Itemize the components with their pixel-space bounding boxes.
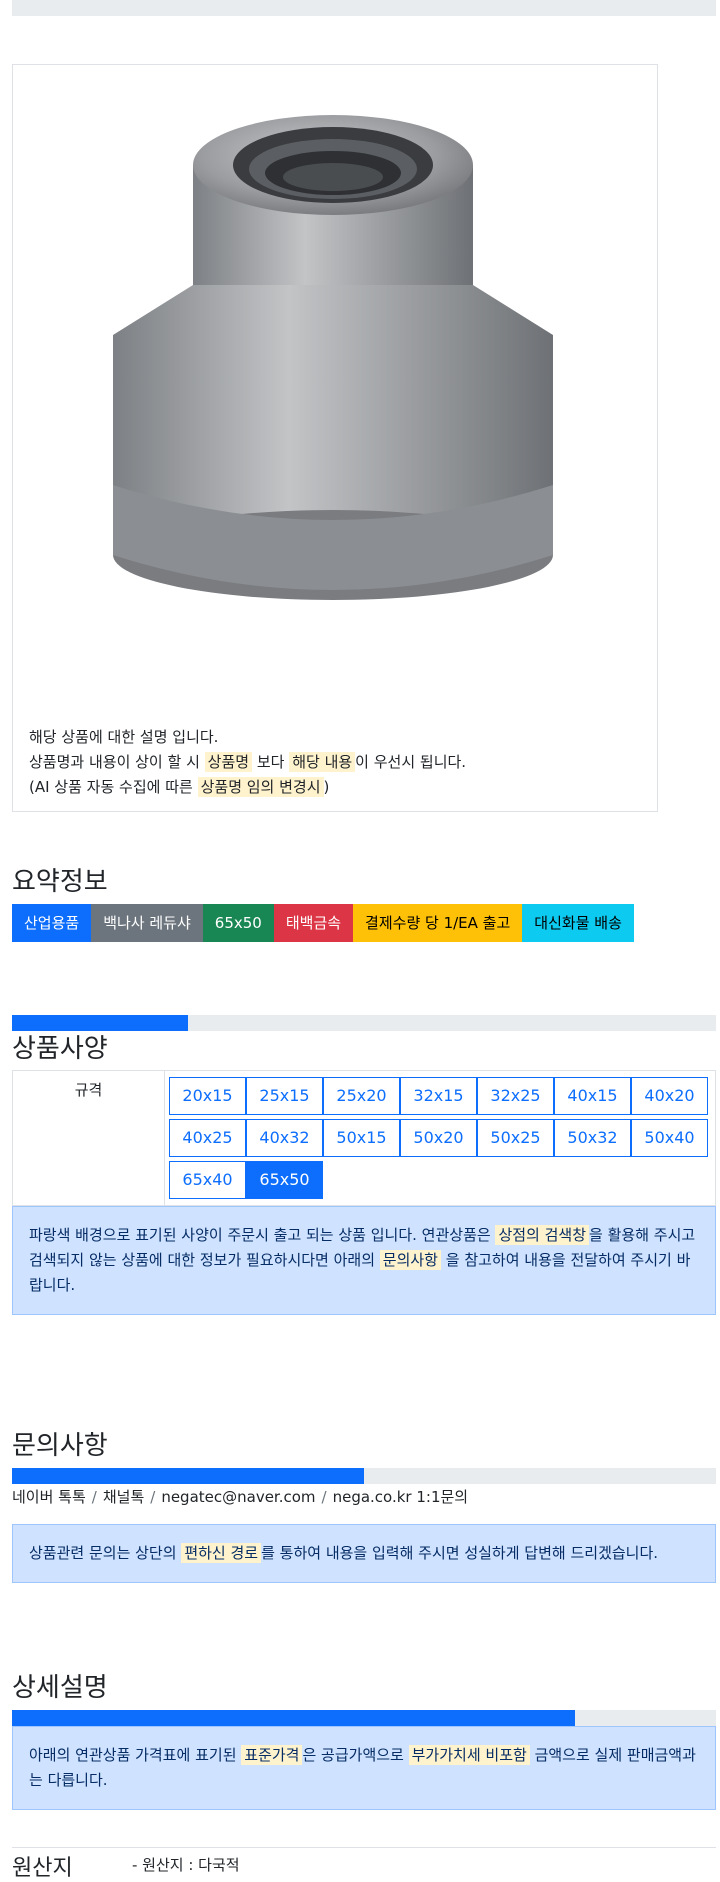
spec-table: 규격 20x15 25x15 25x20 32x15 32x25 40x15 40x20 40… bbox=[12, 1070, 716, 1206]
size-option-32x25[interactable]: 32x25 bbox=[477, 1077, 554, 1115]
size-option-20x15[interactable]: 20x15 bbox=[169, 1077, 246, 1115]
detail-progress bbox=[12, 1710, 716, 1726]
badge-product-name: 백나사 레듀샤 bbox=[91, 904, 203, 942]
highlight-product-name: 상품명 bbox=[204, 752, 253, 772]
text: 파랑색 배경으로 표기된 사양이 주문시 출고 되는 상품 입니다. 연관상품은 bbox=[29, 1226, 496, 1244]
size-option-25x20[interactable]: 25x20 bbox=[323, 1077, 400, 1115]
badge-shipping: 대신화물 배송 bbox=[522, 904, 634, 942]
text: 아래의 연관상품 가격표에 표기된 bbox=[29, 1746, 242, 1764]
badge-size: 65x50 bbox=[202, 904, 274, 942]
separator: / bbox=[321, 1488, 327, 1506]
inquiry-progress-fill bbox=[12, 1468, 364, 1484]
inquiry-progress bbox=[12, 1468, 716, 1484]
separator: / bbox=[91, 1488, 97, 1506]
text: 상품명과 내용이 상이 할 시 bbox=[29, 753, 205, 771]
channel-site-inquiry[interactable]: nega.co.kr 1:1문의 bbox=[333, 1488, 469, 1506]
highlight-standard-price: 표준가격 bbox=[241, 1745, 303, 1765]
size-option-25x15[interactable]: 25x15 bbox=[246, 1077, 323, 1115]
size-option-65x40[interactable]: 65x40 bbox=[169, 1161, 246, 1199]
highlight-route: 편하신 경로 bbox=[181, 1543, 262, 1563]
size-option-40x15[interactable]: 40x15 bbox=[554, 1077, 631, 1115]
origin-divider bbox=[12, 1847, 716, 1848]
text: 를 통하여 내용을 입력해 주시면 성실하게 답변해 드리겠습니다. bbox=[261, 1544, 659, 1562]
size-option-65x50[interactable]: 65x50 bbox=[246, 1161, 323, 1199]
product-image-card: 해당 상품에 대한 설명 입니다. 상품명과 내용이 상이 할 시 상품명 보다… bbox=[12, 64, 658, 812]
description-line-3: (AI 상품 자동 수집에 따른 상품명 임의 변경시) bbox=[29, 775, 466, 800]
inquiry-title: 문의사항 bbox=[12, 1431, 108, 1461]
size-option-50x20[interactable]: 50x20 bbox=[400, 1119, 477, 1157]
size-option-32x15[interactable]: 32x15 bbox=[400, 1077, 477, 1115]
spec-progress bbox=[12, 1015, 716, 1031]
inquiry-notice: 상품관련 문의는 상단의 편하신 경로 를 통하여 내용을 입력해 주시면 성실하… bbox=[12, 1524, 716, 1583]
highlight-name-change: 상품명 임의 변경시 bbox=[197, 777, 324, 797]
size-option-40x20[interactable]: 40x20 bbox=[631, 1077, 708, 1115]
detail-progress-fill bbox=[12, 1710, 576, 1726]
spec-title: 상품사양 bbox=[12, 1034, 108, 1064]
detail-notice: 아래의 연관상품 가격표에 표기된 표준가격 은 공급가액으로 부가가치세 비포함… bbox=[12, 1726, 716, 1810]
top-divider-bar bbox=[12, 0, 716, 16]
badge-category: 산업용품 bbox=[12, 904, 92, 942]
badge-quantity: 결제수량 당 1/EA 출고 bbox=[353, 904, 523, 942]
highlight-vat: 부가가치세 비포함 bbox=[408, 1745, 530, 1765]
product-description: 해당 상품에 대한 설명 입니다. 상품명과 내용이 상이 할 시 상품명 보다… bbox=[29, 725, 466, 800]
origin-value: - 원산지 : 다국적 bbox=[132, 1856, 240, 1874]
spec-notice: 파랑색 배경으로 표기된 사양이 주문시 출고 되는 상품 입니다. 연관상품은… bbox=[12, 1206, 716, 1315]
channel-naver-talk[interactable]: 네이버 톡톡 bbox=[12, 1488, 86, 1506]
highlight-search: 상점의 검색창 bbox=[495, 1225, 590, 1245]
separator: / bbox=[150, 1488, 156, 1506]
detail-title: 상세설명 bbox=[12, 1673, 108, 1703]
text: 보다 bbox=[252, 753, 290, 771]
size-option-50x25[interactable]: 50x25 bbox=[477, 1119, 554, 1157]
text: 은 공급가액으로 bbox=[302, 1746, 409, 1764]
size-option-40x32[interactable]: 40x32 bbox=[246, 1119, 323, 1157]
origin-title: 원산지 bbox=[12, 1856, 73, 1881]
badge-maker: 태백금속 bbox=[273, 904, 354, 942]
spec-label-size: 규격 bbox=[13, 1071, 165, 1205]
text: (AI 상품 자동 수집에 따른 bbox=[29, 778, 198, 796]
description-line-1: 해당 상품에 대한 설명 입니다. bbox=[29, 728, 219, 746]
size-option-50x32[interactable]: 50x32 bbox=[554, 1119, 631, 1157]
summary-badges: 산업용품 백나사 레듀샤 65x50 태백금속 결제수량 당 1/EA 출고 대… bbox=[12, 904, 634, 942]
size-option-50x40[interactable]: 50x40 bbox=[631, 1119, 708, 1157]
text: 상품관련 문의는 상단의 bbox=[29, 1544, 182, 1562]
size-option-40x25[interactable]: 40x25 bbox=[169, 1119, 246, 1157]
summary-title: 요약정보 bbox=[12, 867, 108, 897]
size-option-50x15[interactable]: 50x15 bbox=[323, 1119, 400, 1157]
size-options: 20x15 25x15 25x20 32x15 32x25 40x15 40x20 40x25… bbox=[169, 1077, 717, 1203]
channel-channeltalk[interactable]: 채널톡 bbox=[103, 1488, 144, 1506]
highlight-content: 해당 내용 bbox=[289, 752, 356, 772]
highlight-inquiry: 문의사항 bbox=[379, 1250, 441, 1270]
contact-channels: 네이버 톡톡 / 채널톡 / negatec@naver.com / nega.co.kr … bbox=[12, 1486, 468, 1507]
text: ) bbox=[323, 778, 330, 796]
product-photo bbox=[113, 115, 553, 600]
text: 이 우선시 됩니다. bbox=[355, 753, 467, 771]
description-line-2: 상품명과 내용이 상이 할 시 상품명 보다 해당 내용 이 우선시 됩니다. bbox=[29, 750, 466, 775]
channel-email[interactable]: negatec@naver.com bbox=[161, 1488, 315, 1506]
